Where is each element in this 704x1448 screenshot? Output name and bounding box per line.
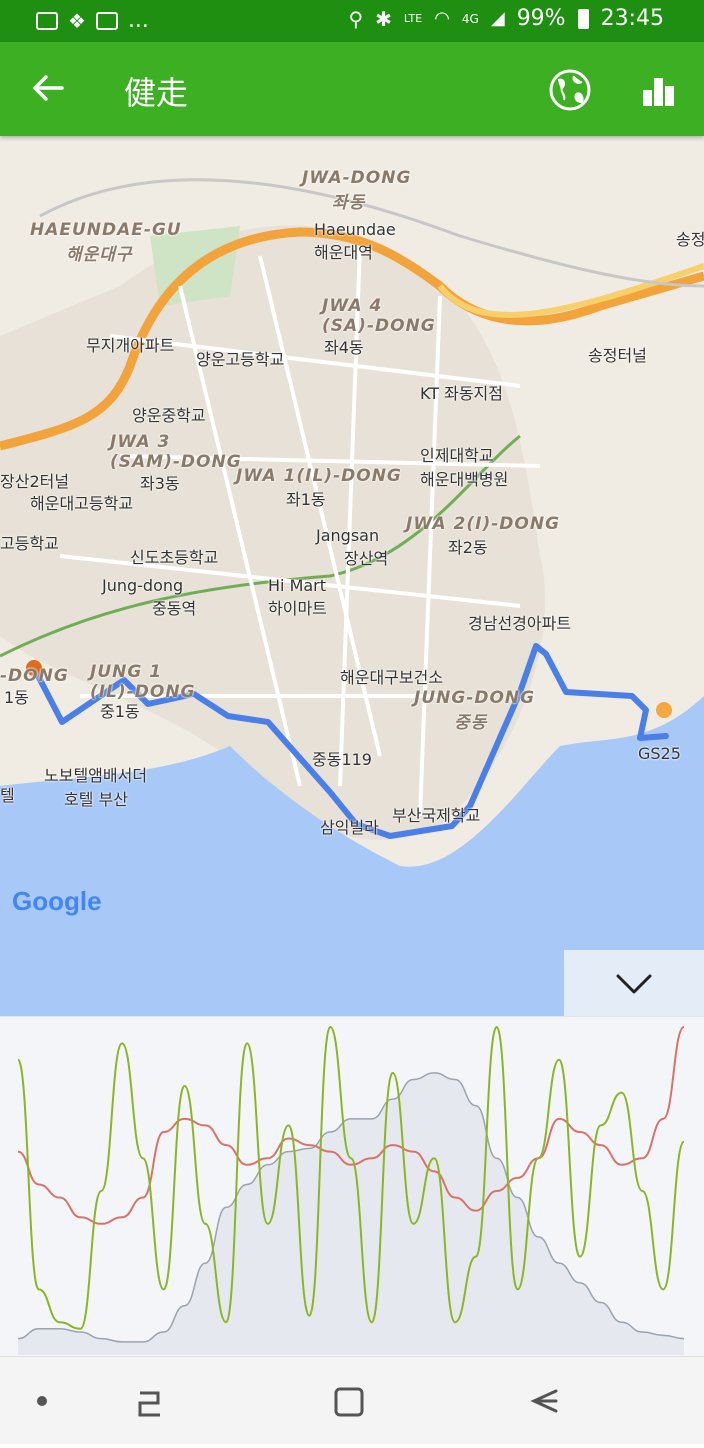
clock: 23:45: [600, 6, 664, 31]
map-label-jangsan: Jangsan 장산역: [316, 526, 389, 568]
map-label-jung-dong: JUNG-DONG 중동: [414, 688, 536, 733]
map-label-inje: 인제대학교 해운대백병원: [420, 446, 509, 489]
map-label-jwa4-ko: 좌4동: [324, 338, 364, 357]
map-label-jung1: JUNG 1 (IL)-DONG: [90, 662, 196, 702]
overflow-indicator: ...: [127, 8, 149, 33]
map-label-gs25: GS25: [638, 744, 681, 763]
map-label-jwa3: JWA 3 (SAM)-DONG: [110, 432, 242, 472]
map-label-tel: 텔: [0, 786, 15, 805]
map-label-himart: Hi Mart 하이마트: [268, 576, 327, 618]
signal-icon: ◢: [490, 8, 505, 29]
map-label-novotel: 노보텔앰배서더 호텔 부산: [44, 766, 148, 809]
image-icon: [36, 11, 58, 30]
page-title: 健走: [124, 74, 189, 112]
home-icon[interactable]: [334, 1387, 364, 1417]
map-label-gyeongnam: 경남선경아파트: [468, 614, 572, 633]
map-label-haeundae-station: Haeundae 해운대역: [314, 220, 396, 262]
map-label-dong-left: -DONG: [0, 666, 69, 686]
map-label-high-left: 고등학교: [0, 534, 59, 553]
system-nav-bar: [0, 1356, 704, 1444]
collapse-chart-button[interactable]: [564, 950, 704, 1016]
map-label-sindo: 신도초등학교: [130, 548, 219, 567]
map-label-jwa3-ko: 좌3동: [140, 474, 180, 493]
map-label-jwa4: JWA 4 (SA)-DONG: [322, 296, 436, 336]
map-label-health: 해운대구보건소: [340, 668, 444, 687]
battery-icon: [577, 8, 589, 29]
volte-label: LTE: [403, 12, 423, 25]
map-label-jung-dong-station: Jung-dong 중동역: [102, 576, 197, 618]
map-label-song: 송정: [676, 230, 704, 249]
back-arrow-icon[interactable]: [30, 70, 66, 106]
google-logo: Google: [12, 886, 102, 916]
battery-percent: 99%: [516, 6, 566, 31]
dropbox-icon: ❖: [68, 8, 86, 33]
status-bar: ❖ ... ⚲ ✱ LTE ◠ 4G ◢ 99% 23:45: [0, 0, 704, 42]
location-icon: ⚲: [348, 6, 364, 31]
map-label-songjeong: 송정터널: [588, 346, 647, 365]
map-label-kt: KT 좌동지점: [420, 384, 503, 403]
chart-canvas: [17, 1025, 685, 1355]
network-label: 4G: [461, 11, 479, 26]
chevron-down-icon: [616, 974, 652, 994]
bar-chart-icon[interactable]: [640, 72, 676, 108]
map-label-jwa-dong: JWA-DONG 좌동: [302, 168, 412, 213]
map-label-yangun-high: 양운고등학교: [196, 350, 285, 369]
map-label-dong-left-ko: 1동: [4, 688, 29, 707]
map-label-haeundae-gu: HAEUNDAE-GU 해운대구: [30, 220, 182, 265]
map-label-haeundae-high: 해운대고등학교: [30, 494, 134, 513]
map-label-samik: 삼익빌라: [320, 818, 379, 837]
map-label-jwa2-ko: 좌2동: [448, 538, 488, 557]
map-label-jungdong119: 중동119: [312, 750, 372, 769]
globe-icon[interactable]: [548, 68, 592, 112]
map-view[interactable]: JWA-DONG 좌동 HAEUNDAE-GU 해운대구 Haeundae 해운대역 …: [0, 136, 704, 1016]
map-label-jwa2: JWA 2(I)-DONG: [406, 514, 561, 534]
image-icon: [95, 11, 118, 30]
map-label-jangsan-terminal: 장산2터널: [0, 472, 70, 491]
wifi-icon: ◠: [434, 8, 450, 29]
bluetooth-icon: ✱: [375, 6, 392, 31]
dot-icon[interactable]: [37, 1396, 47, 1406]
map-label-jwa1: JWA 1(IL)-DONG: [236, 466, 402, 486]
chart-series-0-area: [18, 1072, 684, 1355]
back-icon[interactable]: [530, 1389, 558, 1413]
map-label-mujigae: 무지개아파트: [86, 336, 175, 355]
map-label-jwa1-ko: 좌1동: [286, 490, 326, 509]
map-label-yangun-middle: 양운중학교: [132, 406, 206, 425]
map-label-busan-intl: 부산국제학교: [392, 806, 481, 825]
app-bar: 健走: [0, 42, 704, 136]
recent-apps-icon[interactable]: [138, 1391, 160, 1417]
map-label-jung1-ko: 중1동: [100, 702, 140, 721]
activity-chart: [0, 1016, 704, 1357]
end-marker[interactable]: [656, 702, 672, 718]
